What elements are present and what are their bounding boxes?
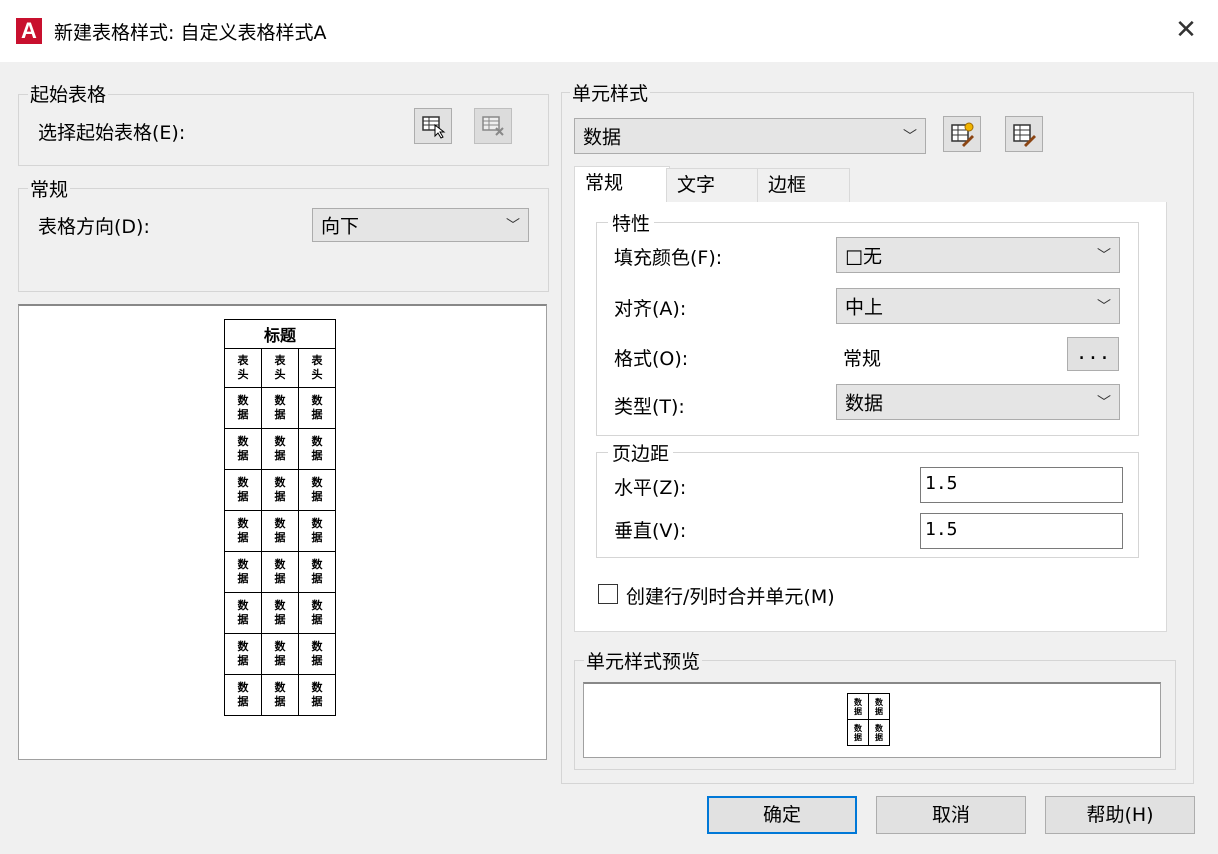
fill-color-label: 填充颜色(F): [614,247,723,269]
chevron-down-icon: ﹀ [1097,395,1111,411]
preview-data-cell: 数 据 [261,551,299,593]
tab-border[interactable]: 边框 [757,168,850,202]
alignment-dropdown[interactable]: 中上 ﹀ [836,288,1120,324]
preview-title-cell: 标题 [224,319,336,349]
cell-style-preview-pane: 数 据 数 据 数 据 数 据 [583,682,1161,758]
preview-cell: 数 据 [847,693,869,720]
preview-data-cell: 数 据 [261,387,299,429]
remove-starting-table-button[interactable] [474,108,512,144]
preview-data-cell: 数 据 [224,387,262,429]
cancel-button[interactable]: 取消 [876,796,1026,834]
new-cell-style-button[interactable] [943,116,981,152]
format-value: 常规 [843,348,882,370]
preview-data-cell: 数 据 [261,428,299,470]
table-direction-label: 表格方向(D): [38,216,150,238]
preview-data-cell: 数 据 [261,633,299,675]
vertical-margin-input[interactable]: 1.5 [920,513,1123,549]
preview-data-cell: 数 据 [298,428,336,470]
format-label: 格式(O): [614,348,689,370]
close-icon[interactable]: ✕ [1170,14,1202,46]
preview-data-cell: 数 据 [224,674,262,716]
preview-data-cell: 数 据 [224,551,262,593]
preview-data-cell: 数 据 [261,469,299,511]
table-direction-value: 向下 [321,215,360,238]
preview-data-cell: 数 据 [224,428,262,470]
merge-cells-label[interactable]: 创建行/列时合并单元(M) [626,582,835,609]
properties-group-label: 特性 [608,209,655,236]
horizontal-margin-label: 水平(Z): [614,477,687,499]
table-remove-icon [482,116,504,136]
autocad-logo-icon: A [16,18,42,44]
preview-header-cell: 表 头 [224,348,262,388]
fill-color-dropdown[interactable]: □无 ﹀ [836,237,1120,273]
type-value: 数据 [845,392,884,415]
preview-data-cell: 数 据 [298,387,336,429]
cell-style-preview-table: 数 据 数 据 数 据 数 据 [847,693,890,746]
preview-data-cell: 数 据 [298,674,336,716]
preview-data-cell: 数 据 [298,633,336,675]
preview-data-cell: 数 据 [261,674,299,716]
preview-data-cell: 数 据 [224,592,262,634]
cell-style-dropdown[interactable]: 数据 ﹀ [574,118,926,154]
cell-style-preview-label: 单元样式预览 [584,647,703,674]
chevron-down-icon: ﹀ [506,218,520,234]
chevron-down-icon: ﹀ [1097,248,1111,264]
tab-text[interactable]: 文字 [666,168,758,202]
preview-data-cell: 数 据 [224,633,262,675]
preview-cell: 数 据 [847,719,869,746]
preview-cell: 数 据 [868,719,890,746]
help-button[interactable]: 帮助(H) [1045,796,1195,834]
preview-data-cell: 数 据 [298,510,336,552]
type-label: 类型(T): [614,396,685,418]
preview-header-cell: 表 头 [298,348,336,388]
select-starting-table-label: 选择起始表格(E): [38,122,186,144]
merge-cells-checkbox[interactable] [598,584,618,604]
horizontal-margin-input[interactable]: 1.5 [920,467,1123,503]
manage-cell-styles-icon [1013,124,1036,147]
preview-header-cell: 表 头 [261,348,299,388]
table-preview: 标题 表 头表 头表 头数 据数 据数 据数 据数 据数 据数 据数 据数 据数… [224,319,336,716]
tab-general[interactable]: 常规 [574,166,670,204]
chevron-down-icon: ﹀ [1097,299,1111,315]
new-cell-style-icon [951,122,974,147]
type-dropdown[interactable]: 数据 ﹀ [836,384,1120,420]
general-group-label: 常规 [28,175,71,202]
ok-button[interactable]: 确定 [707,796,857,834]
starting-table-group-label: 起始表格 [28,80,109,107]
chevron-down-icon: ﹀ [903,129,917,145]
preview-data-cell: 数 据 [298,469,336,511]
preview-data-cell: 数 据 [224,510,262,552]
preview-data-cell: 数 据 [261,592,299,634]
cell-style-value: 数据 [583,126,622,149]
alignment-value: 中上 [845,296,884,319]
preview-data-cell: 数 据 [298,551,336,593]
preview-data-cell: 数 据 [298,592,336,634]
table-preview-pane: 标题 表 头表 头表 头数 据数 据数 据数 据数 据数 据数 据数 据数 据数… [18,304,547,760]
preview-data-cell: 数 据 [224,469,262,511]
vertical-margin-label: 垂直(V): [614,520,687,542]
fill-color-value: □无 [845,245,882,268]
cell-style-group-label: 单元样式 [570,79,651,106]
window-title: 新建表格样式: 自定义表格样式A [54,22,327,44]
alignment-label: 对齐(A): [614,298,687,320]
table-direction-dropdown[interactable]: 向下 ﹀ [312,208,529,242]
select-starting-table-button[interactable] [414,108,452,144]
preview-cell: 数 据 [868,693,890,720]
margins-group-label: 页边距 [608,439,674,466]
manage-cell-styles-button[interactable] [1005,116,1043,152]
table-select-icon [422,116,446,139]
preview-data-cell: 数 据 [261,510,299,552]
format-button[interactable]: ... [1067,337,1119,371]
